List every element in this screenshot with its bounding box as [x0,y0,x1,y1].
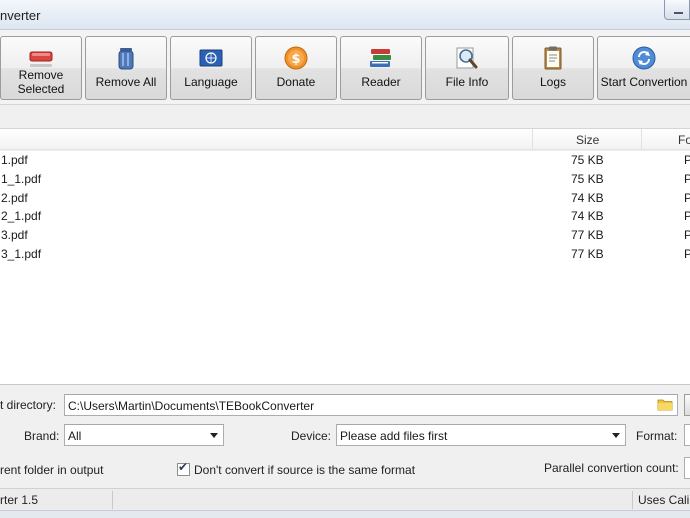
file-name: 2.pdf [1,191,28,205]
remove-all-label: Remove All [95,75,157,89]
output-directory-field[interactable]: C:\Users\Martin\Documents\TEBookConverte… [64,394,678,416]
file-format: P [684,153,690,167]
file-size: 74 KB [571,191,604,205]
file-info-button[interactable]: File Info [425,36,509,100]
chevron-down-icon [612,433,620,438]
remove-all-button[interactable]: Remove All [85,36,167,100]
book-stack-icon [370,49,391,67]
trash-can-icon [118,48,134,70]
language-button[interactable]: Language [170,36,252,100]
remove-selected-button[interactable]: Remove Selected [0,36,82,100]
folder-icon[interactable] [657,398,673,411]
table-row[interactable]: 1_1.pdf 75 KB P [0,170,690,189]
file-list-header: Size Fo [0,128,690,150]
device-label: Device: [291,429,332,443]
file-format: P [684,247,690,261]
parent-folder-label: rent folder in output [0,463,104,477]
window-title: nverter [0,8,41,23]
table-row[interactable]: 3.pdf 77 KB P [0,226,690,245]
device-select[interactable]: Please add files first [336,424,626,446]
file-size: 74 KB [571,209,604,223]
logs-label: Logs [539,75,567,89]
file-name: 3.pdf [1,228,28,242]
file-name: 2_1.pdf [1,209,42,223]
dont-convert-checkbox[interactable]: ✔ [177,460,190,476]
checkmark-icon: ✔ [178,460,189,474]
status-bar: rter 1.5 Uses Cali [0,488,690,510]
minimize-button[interactable] [664,0,690,20]
output-directory-value: C:\Users\Martin\Documents\TEBookConverte… [68,399,315,413]
status-version: rter 1.5 [0,493,39,507]
magnifier-icon [456,47,478,69]
device-value: Please add files first [340,429,448,443]
title-bar: nverter [0,0,690,30]
donate-button[interactable]: $ Donate [255,36,337,100]
toolbar: Remove Selected Remove All Language $ Do… [0,30,690,105]
file-info-label: File Info [445,75,489,89]
brand-value: All [68,429,82,443]
file-size: 75 KB [571,153,604,167]
window-frame-bottom [0,510,690,518]
file-name: 1_1.pdf [1,172,42,186]
status-info: Uses Cali [638,493,690,507]
output-directory-label: t directory: [0,398,57,412]
format-select[interactable] [684,424,690,446]
table-row[interactable]: 2.pdf 74 KB P [0,189,690,208]
logs-button[interactable]: Logs [512,36,594,100]
browse-button[interactable] [684,394,690,416]
file-size: 75 KB [571,172,604,186]
start-conversion-button[interactable]: Start Convertion [597,36,690,100]
table-row[interactable]: 2_1.pdf 74 KB P [0,207,690,226]
file-format: P [684,209,690,223]
svg-text:$: $ [291,52,300,67]
brand-select[interactable]: All [64,424,224,446]
file-size: 77 KB [571,247,604,261]
refresh-icon [632,46,656,70]
clipboard-icon [544,46,562,70]
language-label: Language [184,75,238,89]
un-flag-icon [199,49,223,67]
parallel-count-label: Parallel convertion count: [544,461,679,475]
chevron-down-icon [210,433,218,438]
file-format: P [684,228,690,242]
file-size: 77 KB [571,228,604,242]
table-row[interactable]: 3_1.pdf 77 KB P [0,245,690,264]
column-header-size[interactable]: Size [576,133,599,147]
file-format: P [684,191,690,205]
file-name: 3_1.pdf [1,247,42,261]
remove-selected-label: Remove Selected [17,68,65,96]
donate-label: Donate [276,75,316,89]
file-list[interactable]: 1.pdf 75 KB P 1_1.pdf 75 KB P 2.pdf 74 K… [0,151,690,385]
coin-icon: $ [284,46,308,70]
options-panel: t directory: C:\Users\Martin\Documents\T… [0,386,690,488]
dont-convert-label: Don't convert if source is the same form… [194,463,416,477]
reader-label: Reader [361,75,401,89]
format-label: Format: [636,429,678,443]
file-name: 1.pdf [1,153,28,167]
start-conversion-label: Start Convertion [600,75,688,89]
file-format: P [684,172,690,186]
parallel-count-stepper[interactable] [684,457,690,479]
reader-button[interactable]: Reader [340,36,422,100]
column-header-format[interactable]: Fo [678,133,690,147]
brand-label: Brand: [24,429,60,443]
table-row[interactable]: 1.pdf 75 KB P [0,151,690,170]
